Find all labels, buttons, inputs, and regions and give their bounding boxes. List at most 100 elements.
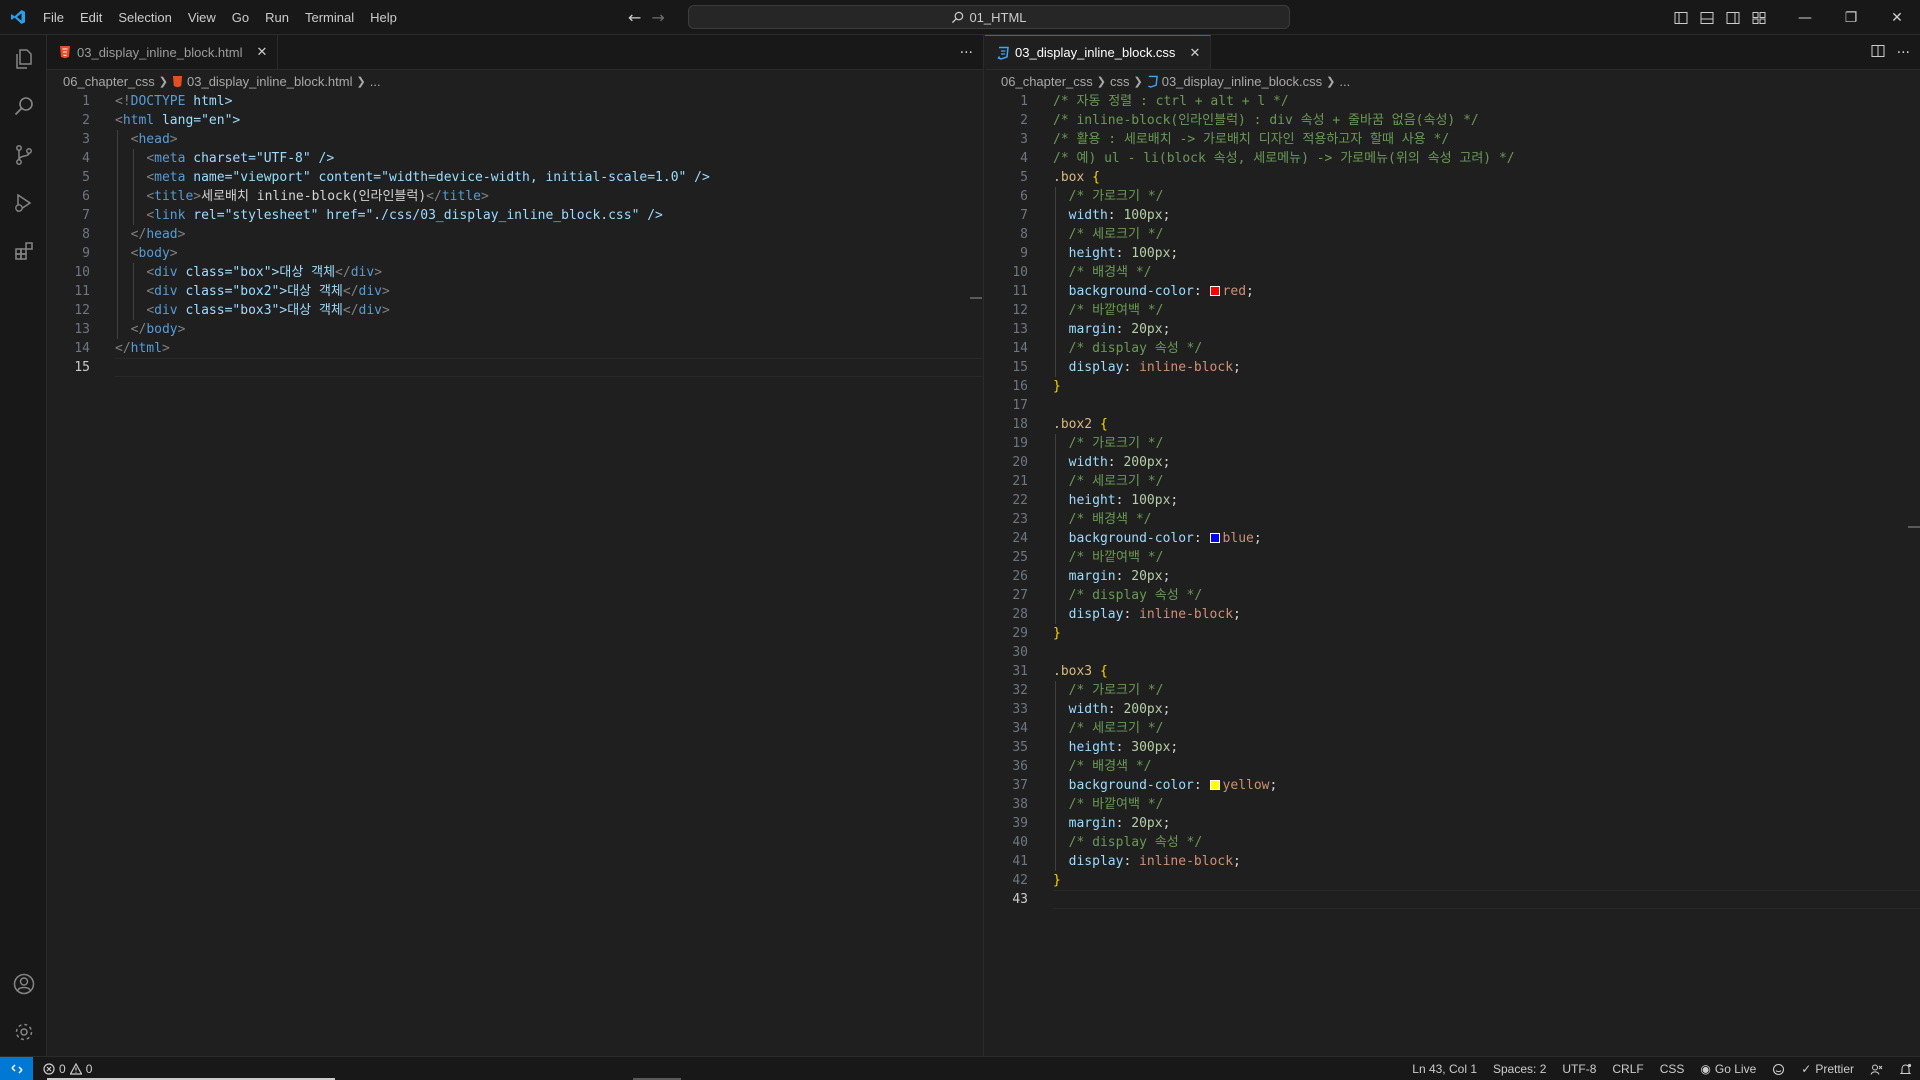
- code-line[interactable]: 16}: [985, 377, 1920, 396]
- source-control-icon[interactable]: [0, 131, 47, 179]
- code-line[interactable]: 2 <html lang="en">: [47, 111, 983, 130]
- menu-terminal[interactable]: Terminal: [297, 0, 362, 35]
- code-line[interactable]: 4 /* 예) ul - li(block 속성, 세로메뉴) -> 가로메뉴(위…: [985, 149, 1920, 168]
- end-of-line[interactable]: CRLF: [1604, 1062, 1651, 1076]
- code-line[interactable]: 3 <head>: [47, 130, 983, 149]
- code-line[interactable]: 14 </html>: [47, 339, 983, 358]
- code-line[interactable]: 5 .box {: [985, 168, 1920, 187]
- code-line[interactable]: 1 /* 자동 정렬 : ctrl + alt + l */: [985, 92, 1920, 111]
- manage-gear-icon[interactable]: [0, 1008, 47, 1056]
- color-swatch[interactable]: [1209, 780, 1220, 790]
- remote-icon[interactable]: [0, 1056, 33, 1080]
- code-line[interactable]: 26 margin: 20px;: [985, 567, 1920, 586]
- toggle-primary-sidebar-icon[interactable]: [1668, 0, 1694, 35]
- menu-edit[interactable]: Edit: [72, 0, 110, 35]
- menu-selection[interactable]: Selection: [110, 0, 179, 35]
- code-line[interactable]: 10 <div class="box">대상 객체</div>: [47, 263, 983, 282]
- breadcrumb-item[interactable]: ...: [370, 74, 381, 89]
- code-line[interactable]: 11 <div class="box2">대상 객체</div>: [47, 282, 983, 301]
- code-line[interactable]: 7 width: 100px;: [985, 206, 1920, 225]
- cursor-position[interactable]: Ln 43, Col 1: [1404, 1062, 1485, 1076]
- explorer-icon[interactable]: [0, 35, 47, 83]
- code-line[interactable]: 15 display: inline-block;: [985, 358, 1920, 377]
- code-line[interactable]: 38 /* 바깥여백 */: [985, 795, 1920, 814]
- code-line[interactable]: 18 .box2 {: [985, 415, 1920, 434]
- command-center[interactable]: 01_HTML: [688, 5, 1290, 29]
- code-line[interactable]: 21 /* 세로크기 */: [985, 472, 1920, 491]
- code-line[interactable]: 3 /* 활용 : 세로배치 -> 가로배치 디자인 적용하고자 할때 사용 */: [985, 130, 1920, 149]
- go-forward-icon[interactable]: →: [651, 8, 664, 27]
- close-tab-icon[interactable]: ✕: [257, 44, 268, 60]
- code-line[interactable]: 17: [985, 396, 1920, 415]
- code-line[interactable]: 13 margin: 20px;: [985, 320, 1920, 339]
- menu-run[interactable]: Run: [257, 0, 297, 35]
- problems-indicator[interactable]: 0 0: [33, 1062, 92, 1076]
- breadcrumb-item[interactable]: ...: [1339, 74, 1350, 89]
- code-line[interactable]: 4 <meta charset="UTF-8" />: [47, 149, 983, 168]
- code-line[interactable]: 12 <div class="box3">대상 객체</div>: [47, 301, 983, 320]
- code-line[interactable]: 24 background-color: blue;: [985, 529, 1920, 548]
- restore-icon[interactable]: ❐: [1828, 0, 1874, 35]
- more-actions-icon[interactable]: ···: [960, 45, 973, 61]
- accounts-icon[interactable]: [0, 960, 47, 1008]
- code-line[interactable]: 14 /* display 속성 */: [985, 339, 1920, 358]
- code-line[interactable]: 9 height: 100px;: [985, 244, 1920, 263]
- code-line[interactable]: 2 /* inline-block(인라인블럭) : div 속성 + 줄바꿈 없…: [985, 111, 1920, 130]
- code-line[interactable]: 7 <link rel="stylesheet" href="./css/03_…: [47, 206, 983, 225]
- code-line[interactable]: 30: [985, 643, 1920, 662]
- breadcrumb-item[interactable]: 03_display_inline_block.css: [1162, 74, 1322, 89]
- code-line[interactable]: 29}: [985, 624, 1920, 643]
- code-line[interactable]: 35 height: 300px;: [985, 738, 1920, 757]
- customize-layout-icon[interactable]: [1746, 0, 1772, 35]
- go-back-icon[interactable]: ←: [628, 8, 641, 27]
- split-editor-icon[interactable]: [1871, 44, 1885, 62]
- code-line[interactable]: 40 /* display 속성 */: [985, 833, 1920, 852]
- close-window-icon[interactable]: ✕: [1874, 0, 1920, 35]
- run-debug-icon[interactable]: [0, 179, 47, 227]
- close-tab-icon[interactable]: ✕: [1189, 45, 1200, 61]
- menu-view[interactable]: View: [180, 0, 224, 35]
- code-line[interactable]: 23 /* 배경색 */: [985, 510, 1920, 529]
- code-line[interactable]: 11 background-color: red;: [985, 282, 1920, 301]
- breadcrumb-item[interactable]: 03_display_inline_block.html: [187, 74, 353, 89]
- menu-help[interactable]: Help: [362, 0, 405, 35]
- go-live-button[interactable]: ◉ Go Live: [1692, 1062, 1764, 1076]
- code-line[interactable]: 39 margin: 20px;: [985, 814, 1920, 833]
- code-line[interactable]: 13 </body>: [47, 320, 983, 339]
- code-line[interactable]: 32 /* 가로크기 */: [985, 681, 1920, 700]
- tab-html-file[interactable]: 03_display_inline_block.html ✕: [47, 35, 279, 69]
- code-line[interactable]: 41 display: inline-block;: [985, 852, 1920, 871]
- accounts-status-icon[interactable]: [1862, 1063, 1891, 1076]
- color-swatch[interactable]: [1209, 533, 1220, 543]
- breadcrumb-item[interactable]: 06_chapter_css: [1001, 74, 1093, 89]
- code-line[interactable]: 8 </head>: [47, 225, 983, 244]
- encoding[interactable]: UTF-8: [1554, 1062, 1604, 1076]
- color-swatch[interactable]: [1209, 286, 1220, 296]
- html-code-editor[interactable]: 1 <!DOCTYPE html> 2 <html lang="en"> 3 <head…: [47, 92, 983, 377]
- breadcrumb-item[interactable]: css: [1110, 74, 1130, 89]
- code-line[interactable]: 5 <meta name="viewport" content="width=d…: [47, 168, 983, 187]
- code-line[interactable]: 10 /* 배경색 */: [985, 263, 1920, 282]
- code-line[interactable]: 36 /* 배경색 */: [985, 757, 1920, 776]
- code-line[interactable]: 42}: [985, 871, 1920, 890]
- code-line[interactable]: 33 width: 200px;: [985, 700, 1920, 719]
- code-line[interactable]: 31 .box3 {: [985, 662, 1920, 681]
- extensions-icon[interactable]: [0, 227, 47, 275]
- more-actions-icon[interactable]: ···: [1897, 45, 1910, 61]
- tab-css-file[interactable]: 03_display_inline_block.css ✕: [985, 35, 1212, 69]
- language-mode[interactable]: CSS: [1652, 1062, 1693, 1076]
- code-line[interactable]: 25 /* 바깥여백 */: [985, 548, 1920, 567]
- code-line[interactable]: 1 <!DOCTYPE html>: [47, 92, 983, 111]
- code-line[interactable]: 28 display: inline-block;: [985, 605, 1920, 624]
- minimize-icon[interactable]: —: [1782, 0, 1828, 35]
- css-code-editor[interactable]: 1 /* 자동 정렬 : ctrl + alt + l */ 2 /* inline-…: [985, 92, 1920, 909]
- code-line[interactable]: 19 /* 가로크기 */: [985, 434, 1920, 453]
- indentation[interactable]: Spaces: 2: [1485, 1062, 1554, 1076]
- code-line[interactable]: 9 <body>: [47, 244, 983, 263]
- code-line[interactable]: 6 /* 가로크기 */: [985, 187, 1920, 206]
- code-line[interactable]: 12 /* 바깥여백 */: [985, 301, 1920, 320]
- code-line[interactable]: 6 <title>세로배치 inline-block(인라인블럭)</title…: [47, 187, 983, 206]
- bell-icon[interactable]: [1891, 1063, 1920, 1076]
- breadcrumb-item[interactable]: 06_chapter_css: [63, 74, 155, 89]
- prettier-button[interactable]: ✓ Prettier: [1793, 1062, 1862, 1076]
